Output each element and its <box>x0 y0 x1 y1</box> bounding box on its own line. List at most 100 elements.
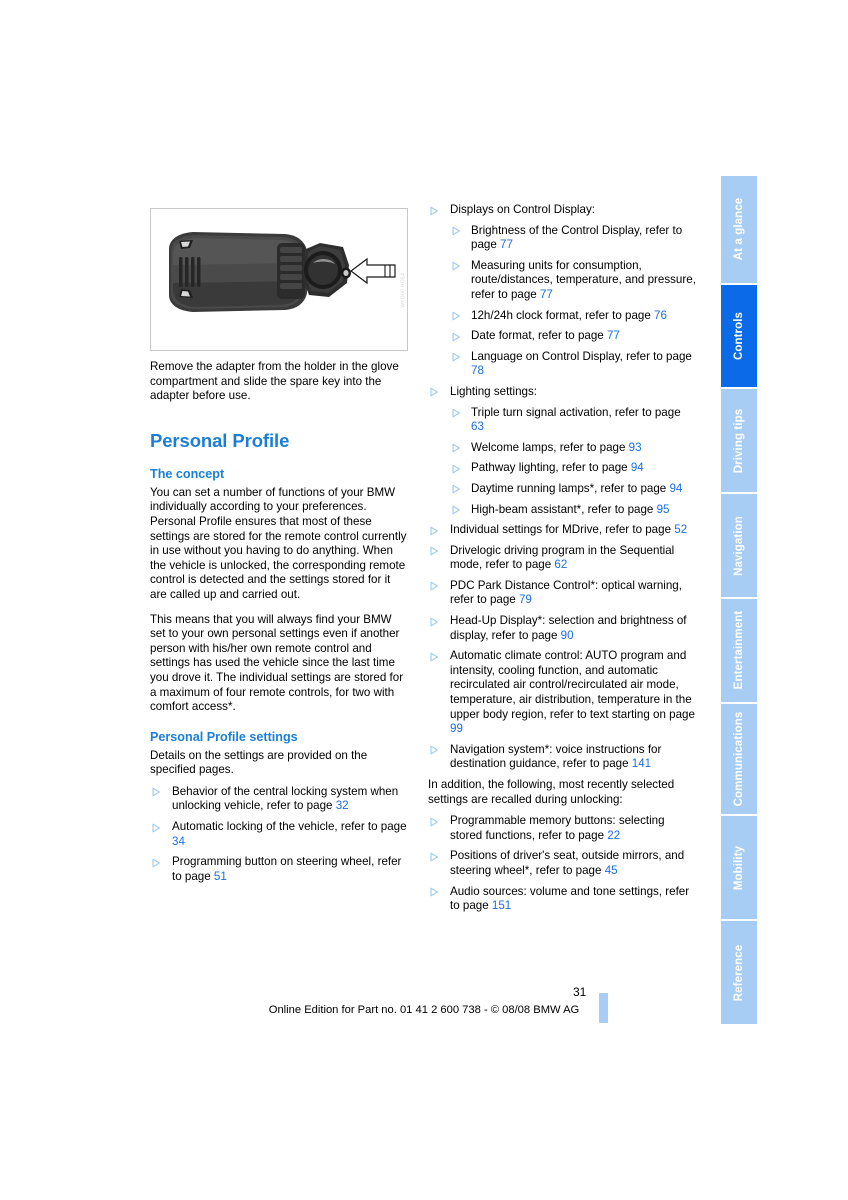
tab-label: Mobility <box>733 845 745 890</box>
page-reference-link[interactable]: 62 <box>554 558 567 571</box>
page-reference-link[interactable]: 78 <box>471 364 484 377</box>
bullet-triangle-icon <box>429 652 439 662</box>
nested-list-item: Welcome lamps, refer to page 93 <box>450 441 696 456</box>
page-reference-link[interactable]: 94 <box>669 482 682 495</box>
list-item-label: 12h/24h clock format, refer to page <box>471 308 655 322</box>
bullet-triangle-icon <box>451 226 461 236</box>
remote-key-illustration <box>151 209 407 350</box>
left-settings-list: Behavior of the central locking system w… <box>150 785 410 885</box>
nested-list-item: Pathway lighting, refer to page 94 <box>450 461 696 476</box>
list-item: Head-Up Display*: selection and brightne… <box>428 614 696 643</box>
tab-at-a-glance[interactable]: At a glance <box>721 176 757 283</box>
list-item-label: Displays on Control Display: <box>450 203 595 216</box>
page-reference-link[interactable]: 93 <box>629 441 642 454</box>
tab-driving-tips[interactable]: Driving tips <box>721 389 757 493</box>
nested-list-item: Measuring units for consumption, route/d… <box>450 259 696 303</box>
bullet-triangle-icon <box>151 823 161 833</box>
list-item: Behavior of the central locking system w… <box>150 785 410 814</box>
bullet-triangle-icon <box>429 206 439 216</box>
page-reference-link[interactable]: 90 <box>561 629 574 642</box>
list-item-label: Welcome lamps, refer to page <box>471 440 629 454</box>
tab-label: Navigation <box>733 515 745 576</box>
nested-list-wrapper: Brightness of the Control Display, refer… <box>428 224 696 379</box>
list-item: Positions of driver's seat, outside mirr… <box>428 849 696 878</box>
tab-label: Entertainment <box>733 611 745 690</box>
page-title: Personal Profile <box>150 429 290 451</box>
list-item-label: Language on Control Display, refer to pa… <box>471 349 692 363</box>
bullet-triangle-icon <box>451 505 461 515</box>
page-reference-link[interactable]: 79 <box>519 593 532 606</box>
bullet-triangle-icon <box>451 408 461 418</box>
recall-settings-list: Programmable memory buttons: selecting s… <box>428 814 696 914</box>
page-reference-link[interactable]: 32 <box>336 799 349 812</box>
page-reference-link[interactable]: 77 <box>607 329 620 342</box>
list-item: PDC Park Distance Control*: optical warn… <box>428 579 696 608</box>
page-reference-link[interactable]: 34 <box>172 835 185 848</box>
list-item: Lighting settings: <box>428 385 696 400</box>
page-reference-link[interactable]: 151 <box>492 899 511 912</box>
chapter-tab-strip: At a glance Controls Driving tips Navigatio… <box>721 176 757 1026</box>
bullet-triangle-icon <box>451 443 461 453</box>
bullet-triangle-icon <box>429 526 439 536</box>
tab-label: At a glance <box>733 198 745 261</box>
page-reference-link[interactable]: 77 <box>500 238 513 251</box>
page-reference-link[interactable]: 63 <box>471 420 484 433</box>
bullet-triangle-icon <box>151 787 161 797</box>
recall-intro: In addition, the following, most recentl… <box>428 778 675 806</box>
page-reference-link[interactable]: 94 <box>631 461 644 474</box>
page-reference-link[interactable]: 77 <box>540 288 553 301</box>
bullet-triangle-icon <box>429 745 439 755</box>
tab-label: Reference <box>733 944 745 1001</box>
bullet-triangle-icon <box>429 817 439 827</box>
list-item-label: Measuring units for consumption, route/d… <box>471 258 696 301</box>
figure-caption: Remove the adapter from the holder in th… <box>150 360 399 403</box>
bullet-triangle-icon <box>429 387 439 397</box>
tab-communications[interactable]: Communications <box>721 703 757 815</box>
list-item: Programmable memory buttons: selecting s… <box>428 814 696 843</box>
nested-list-item: Date format, refer to page 77 <box>450 329 696 344</box>
list-item: Automatic climate control: AUTO program … <box>428 649 696 737</box>
figure-watermark: WKD00 HO5A <box>400 272 407 308</box>
tab-controls[interactable]: Controls <box>721 284 757 388</box>
list-item-label: Daytime running lamps*, refer to page <box>471 481 670 495</box>
list-item: Automatic locking of the vehicle, refer … <box>150 820 410 849</box>
tab-label: Controls <box>733 312 745 361</box>
list-item-label: Programmable memory buttons: selecting s… <box>450 814 665 842</box>
page-reference-link[interactable]: 141 <box>632 757 651 770</box>
tab-entertainment[interactable]: Entertainment <box>721 599 757 702</box>
left-column: WKD00 HO5A Remove the adapter from the h… <box>150 208 410 890</box>
concept-paragraph-2: This means that you will always find you… <box>150 612 404 714</box>
right-column: Displays on Control Display: Brightness o… <box>428 203 696 920</box>
list-item-label: Pathway lighting, refer to page <box>471 461 631 475</box>
bullet-triangle-icon <box>429 617 439 627</box>
nested-list-wrapper: Triple turn signal activation, refer to … <box>428 406 696 518</box>
footer-copyright: Online Edition for Part no. 01 41 2 600 … <box>268 1004 580 1016</box>
list-item: Programming button on steering wheel, re… <box>150 855 410 884</box>
nested-list-item: Language on Control Display, refer to pa… <box>450 350 696 379</box>
page-reference-link[interactable]: 99 <box>450 722 463 735</box>
list-item-label: Automatic climate control: AUTO program … <box>450 649 695 721</box>
list-item: Individual settings for MDrive, refer to… <box>428 523 696 538</box>
bullet-triangle-icon <box>451 311 461 321</box>
page-reference-link[interactable]: 51 <box>214 870 227 883</box>
list-item-label: High-beam assistant*, refer to page <box>471 502 657 516</box>
nested-list-item: Triple turn signal activation, refer to … <box>450 406 696 435</box>
list-item: Displays on Control Display: <box>428 203 696 218</box>
settings-intro: Details on the settings are provided on … <box>150 748 368 777</box>
tab-mobility[interactable]: Mobility <box>721 816 757 920</box>
heading-the-concept: The concept <box>150 466 225 481</box>
page-number: 31 <box>573 985 587 999</box>
bullet-triangle-icon <box>429 887 439 897</box>
page-reference-link[interactable]: 76 <box>654 309 667 322</box>
page-reference-link[interactable]: 95 <box>657 503 670 516</box>
page-reference-link[interactable]: 22 <box>607 829 620 842</box>
tab-label: Communications <box>733 711 745 807</box>
page-reference-link[interactable]: 52 <box>674 523 687 536</box>
bullet-triangle-icon <box>429 852 439 862</box>
list-item-label: Individual settings for MDrive, refer to… <box>450 523 675 537</box>
tab-navigation[interactable]: Navigation <box>721 494 757 598</box>
page-reference-link[interactable]: 45 <box>605 864 618 877</box>
bullet-triangle-icon <box>451 352 461 362</box>
nested-list-item: Brightness of the Control Display, refer… <box>450 224 696 253</box>
list-item: Navigation system*: voice instructions f… <box>428 743 696 772</box>
